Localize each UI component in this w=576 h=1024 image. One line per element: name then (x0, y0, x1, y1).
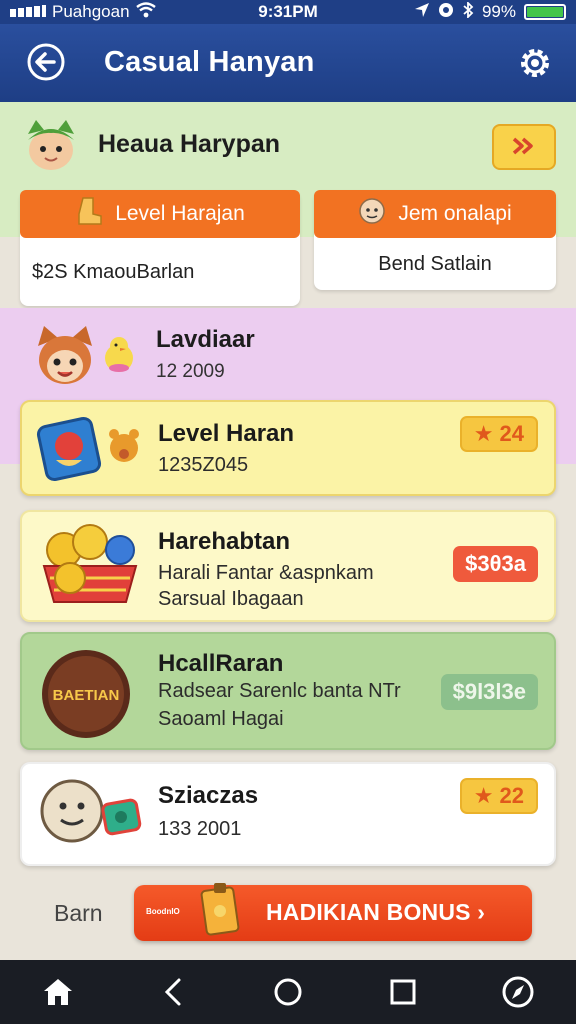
price-badge[interactable]: $3θ3a (453, 546, 538, 582)
card-line-1: Harali Fantar &aspnkam (158, 562, 374, 584)
coin-sign-text: BAETIAN (53, 687, 120, 704)
card-line-2: Sarsual Ibagaan (158, 588, 304, 610)
smiley-icon (40, 778, 104, 844)
reward-card[interactable]: Level Haran 1235Z045 ★ 24 (20, 400, 556, 496)
wifi-icon (135, 1, 156, 23)
star-badge[interactable]: ★ 22 (459, 778, 538, 814)
price-badge-label: $9l3l3e (452, 679, 526, 704)
card-title: Harehabtan (158, 528, 291, 555)
fox-avatar-icon (32, 322, 98, 388)
gear-icon[interactable] (516, 44, 554, 82)
chick-icon (102, 334, 136, 374)
status-bar: Puahgoan 9:31PM 99% (0, 0, 576, 24)
compass-icon[interactable] (498, 972, 538, 1012)
back-arrow-icon[interactable] (26, 42, 66, 82)
home-icon[interactable] (38, 972, 78, 1012)
location-icon (414, 2, 430, 23)
nav-home-circle-icon[interactable] (268, 972, 308, 1012)
bonus-button[interactable]: BoodnIO HADIKIAN BONUS › (134, 883, 532, 941)
clock: 9:31PM (258, 2, 318, 21)
signal-icon (10, 2, 46, 22)
tab-gem-label: Jem onalapi (398, 202, 512, 225)
bear-icon (106, 424, 142, 470)
tab-level-label: Level Harajan (115, 202, 245, 225)
nav-back-icon[interactable] (153, 972, 193, 1012)
alarm-icon (438, 2, 454, 23)
forward-button[interactable] (492, 124, 556, 170)
level-value: 12 2009 (156, 361, 225, 382)
card-title: HcallRaran (158, 650, 284, 677)
gem-icon (36, 416, 102, 482)
battery-percent: 99% (481, 2, 516, 21)
star-badge-label: ★ 24 (473, 421, 524, 446)
cat-avatar-icon (22, 116, 80, 174)
card-title: Sziaczas (158, 782, 259, 809)
card-line-1: Radsear Sarenlc banta NTr (158, 680, 401, 702)
recents-icon[interactable] (383, 972, 423, 1012)
carrier-name: Puahgoan (52, 2, 130, 21)
system-nav-bar (0, 960, 576, 1024)
tab-level[interactable]: Level Harajan (20, 190, 300, 238)
friend-card[interactable]: Sziaczas 133 2001 ★ 22 (20, 762, 556, 866)
bluetooth-icon (462, 0, 474, 23)
bottom-label: Barn (54, 900, 103, 926)
level-tab-card[interactable]: Level Harajan $2S KmaouBarlan (20, 190, 300, 306)
ticket-icon (198, 881, 242, 939)
coin-basket-icon (40, 522, 140, 608)
coin-card[interactable]: Harehabtan Harali Fantar &aspnkam Sarsua… (20, 510, 556, 622)
card-title: Level Haran (158, 420, 295, 447)
level-title: Lavdiaar (156, 326, 255, 353)
gift-icon (100, 794, 142, 836)
tab-level-content: $2S KmaouBarlan (32, 260, 195, 283)
gem-tab-card[interactable]: Jem onalapi Bend Satlain (314, 190, 556, 290)
coin-sign-icon: BAETIAN (40, 648, 132, 740)
tab-gem-content: Bend Satlain (378, 252, 492, 275)
price-badge-label: $3θ3a (465, 551, 526, 576)
profile-name: Heaua Harypan (98, 130, 281, 158)
tab-gem[interactable]: Jem onalapi (314, 190, 556, 238)
bonus-small-label: BoodnIO (146, 907, 180, 916)
event-card[interactable]: BAETIAN HcallRaran Radsear Sarenlc banta… (20, 632, 556, 750)
face-icon (358, 197, 386, 231)
bonus-label: HADIKIAN BONUS › (266, 899, 486, 925)
star-badge[interactable]: ★ 24 (459, 416, 538, 452)
double-chevron-icon (511, 132, 537, 163)
app-bar: Casual Hanyan (0, 24, 576, 102)
boot-icon (75, 196, 103, 232)
price-badge[interactable]: $9l3l3e (440, 674, 538, 710)
card-line-2: Saoaml Hagai (158, 708, 284, 730)
card-value: 1235Z045 (158, 454, 249, 476)
battery-icon (524, 4, 566, 20)
battery-level (527, 7, 563, 17)
star-badge-label: ★ 22 (473, 783, 524, 808)
card-value: 133 2001 (158, 818, 242, 840)
page-title: Casual Hanyan (104, 46, 315, 78)
